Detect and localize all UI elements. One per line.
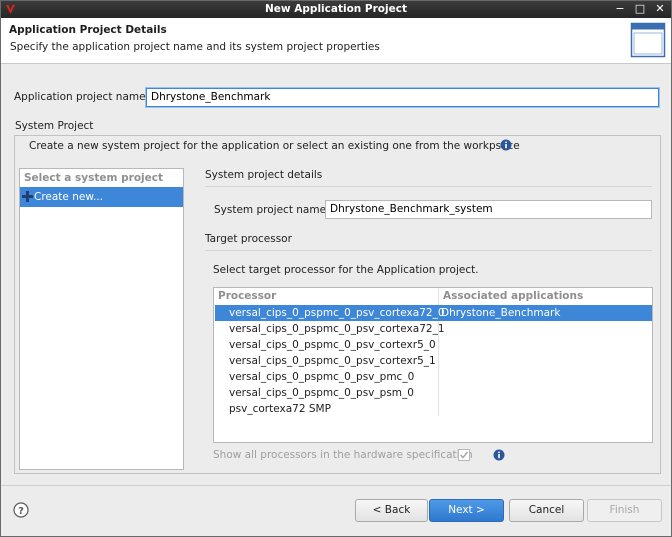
app-project-name-label: Application project name: xyxy=(14,91,150,103)
target-processor-heading: Target processor xyxy=(205,233,292,245)
back-button[interactable]: < Back xyxy=(355,499,428,522)
plus-icon xyxy=(22,191,33,202)
processor-cell: versal_cips_0_pspmc_0_psv_psm_0 xyxy=(229,387,414,399)
finish-button[interactable]: Finish xyxy=(587,499,662,522)
table-row[interactable]: versal_cips_0_pspmc_0_psv_psm_0 xyxy=(215,385,652,401)
show-all-processors-label: Show all processors in the hardware spec… xyxy=(213,449,473,461)
system-project-name-input[interactable]: Dhrystone_Benchmark_system xyxy=(325,200,652,219)
table-row[interactable]: psv_cortexa72 SMP xyxy=(215,401,652,417)
apps-cell: Dhrystone_Benchmark xyxy=(441,307,561,319)
processor-cell: versal_cips_0_pspmc_0_psv_cortexr5_1 xyxy=(229,355,436,367)
table-row[interactable]: versal_cips_0_pspmc_0_psv_cortexr5_0 xyxy=(215,337,652,353)
checkmark-icon xyxy=(459,451,469,459)
list-item-create-new[interactable]: Create new... xyxy=(20,187,183,207)
info-icon[interactable] xyxy=(493,449,505,461)
cancel-button[interactable]: Cancel xyxy=(509,499,584,522)
page-title: Application Project Details xyxy=(9,24,167,36)
info-icon[interactable] xyxy=(500,139,512,151)
maximize-button[interactable]: □ xyxy=(633,2,647,16)
page-description: Specify the application project name and… xyxy=(10,41,380,53)
system-project-list[interactable]: Select a system project Create new... xyxy=(19,168,184,470)
processor-cell: versal_cips_0_pspmc_0_psv_pmc_0 xyxy=(229,371,415,383)
wizard-header: Application Project Details Specify the … xyxy=(1,18,671,64)
processor-cell: psv_cortexa72 SMP xyxy=(229,403,331,415)
system-project-details-heading: System project details xyxy=(205,169,323,181)
list-item-label: Create new... xyxy=(34,191,103,203)
target-processor-description: Select target processor for the Applicat… xyxy=(213,264,479,276)
processor-cell: versal_cips_0_pspmc_0_psv_cortexa72_1 xyxy=(229,323,445,335)
wizard-banner-icon xyxy=(630,22,666,58)
minimize-button[interactable]: − xyxy=(613,2,627,16)
help-icon[interactable]: ? xyxy=(13,502,29,518)
processor-table[interactable]: Processor Associated applications versal… xyxy=(213,287,653,443)
system-project-group-label: System Project xyxy=(14,120,95,132)
app-project-name-input[interactable]: Dhrystone_Benchmark xyxy=(146,88,659,107)
footer-separator xyxy=(1,485,671,486)
processor-cell: versal_cips_0_pspmc_0_psv_cortexr5_0 xyxy=(229,339,436,351)
table-row[interactable]: versal_cips_0_pspmc_0_psv_cortexa72_0 Dh… xyxy=(215,305,652,321)
svg-text:?: ? xyxy=(18,506,24,517)
system-project-name-label: System project name: xyxy=(214,204,330,216)
column-header-associated-applications[interactable]: Associated applications xyxy=(443,289,583,304)
system-project-list-header: Select a system project xyxy=(24,172,163,184)
new-application-project-dialog: New Application Project − □ ✕ Applicatio… xyxy=(0,0,672,537)
show-all-processors-checkbox[interactable] xyxy=(458,449,470,461)
processor-cell: versal_cips_0_pspmc_0_psv_cortexa72_0 xyxy=(229,307,445,319)
table-row[interactable]: versal_cips_0_pspmc_0_psv_pmc_0 xyxy=(215,369,652,385)
table-row[interactable]: versal_cips_0_pspmc_0_psv_cortexr5_1 xyxy=(215,353,652,369)
system-project-description: Create a new system project for the appl… xyxy=(29,140,520,152)
target-separator xyxy=(205,250,652,251)
column-header-processor[interactable]: Processor xyxy=(218,289,276,304)
close-button[interactable]: ✕ xyxy=(653,2,667,16)
table-row[interactable]: versal_cips_0_pspmc_0_psv_cortexa72_1 xyxy=(215,321,652,337)
title-bar[interactable]: New Application Project − □ ✕ xyxy=(1,1,671,18)
window-title: New Application Project xyxy=(265,3,407,15)
next-button[interactable]: Next > xyxy=(429,499,504,522)
details-separator xyxy=(205,186,652,187)
